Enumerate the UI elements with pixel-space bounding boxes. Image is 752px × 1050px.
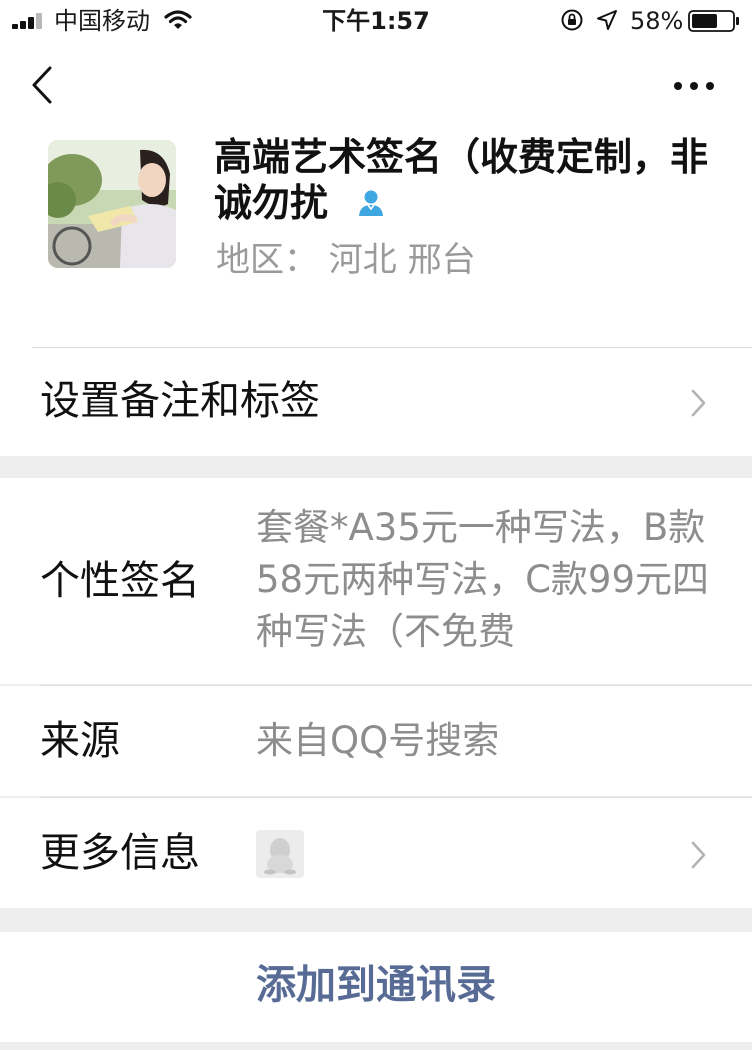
- set-remark-tags-row[interactable]: 设置备注和标签: [0, 348, 752, 456]
- profile-name: 高端艺术签名（收费定制，非诚勿扰: [214, 134, 714, 226]
- status-bar: 中国移动 下午1:57 58%: [0, 0, 752, 44]
- profile-name-text: 高端艺术签名（收费定制，非诚勿扰: [214, 135, 709, 225]
- more-info-label: 更多信息: [40, 830, 200, 876]
- location-arrow-icon: [597, 10, 617, 30]
- chevron-right-icon: [691, 841, 706, 869]
- battery-icon: [688, 10, 739, 32]
- more-info-row[interactable]: 更多信息: [0, 798, 752, 908]
- chevron-right-icon: [691, 389, 706, 417]
- profile-region: 地区： 河北 邢台: [216, 240, 476, 280]
- profile-header: 高端艺术签名（收费定制，非诚勿扰 地区： 河北 邢台: [0, 128, 752, 348]
- add-to-contacts-row: 添加到通讯录: [0, 932, 752, 1042]
- navigation-bar: [0, 44, 752, 128]
- avatar[interactable]: [48, 140, 176, 268]
- set-remark-tags-label: 设置备注和标签: [40, 378, 320, 424]
- battery-percent: 58%: [630, 7, 684, 35]
- source-row: 来源 来自QQ号搜索: [0, 686, 752, 796]
- rotation-lock-icon: [561, 9, 583, 31]
- source-value: 来自QQ号搜索: [256, 719, 500, 762]
- back-arrow-icon[interactable]: [28, 64, 58, 106]
- source-label: 来源: [40, 718, 120, 764]
- female-icon: [359, 190, 384, 216]
- qq-penguin-icon: [256, 830, 304, 878]
- avatar-photo: [48, 140, 176, 268]
- add-to-contacts-button[interactable]: 添加到通讯录: [256, 960, 496, 1010]
- signature-row: 个性签名 套餐*A35元一种写法，B款58元两种写法，C款99元四种写法（不免费: [0, 478, 752, 684]
- signature-label: 个性签名: [40, 558, 200, 604]
- more-options-icon[interactable]: [672, 76, 716, 96]
- signature-value: 套餐*A35元一种写法，B款58元两种写法，C款99元四种写法（不免费: [256, 506, 709, 653]
